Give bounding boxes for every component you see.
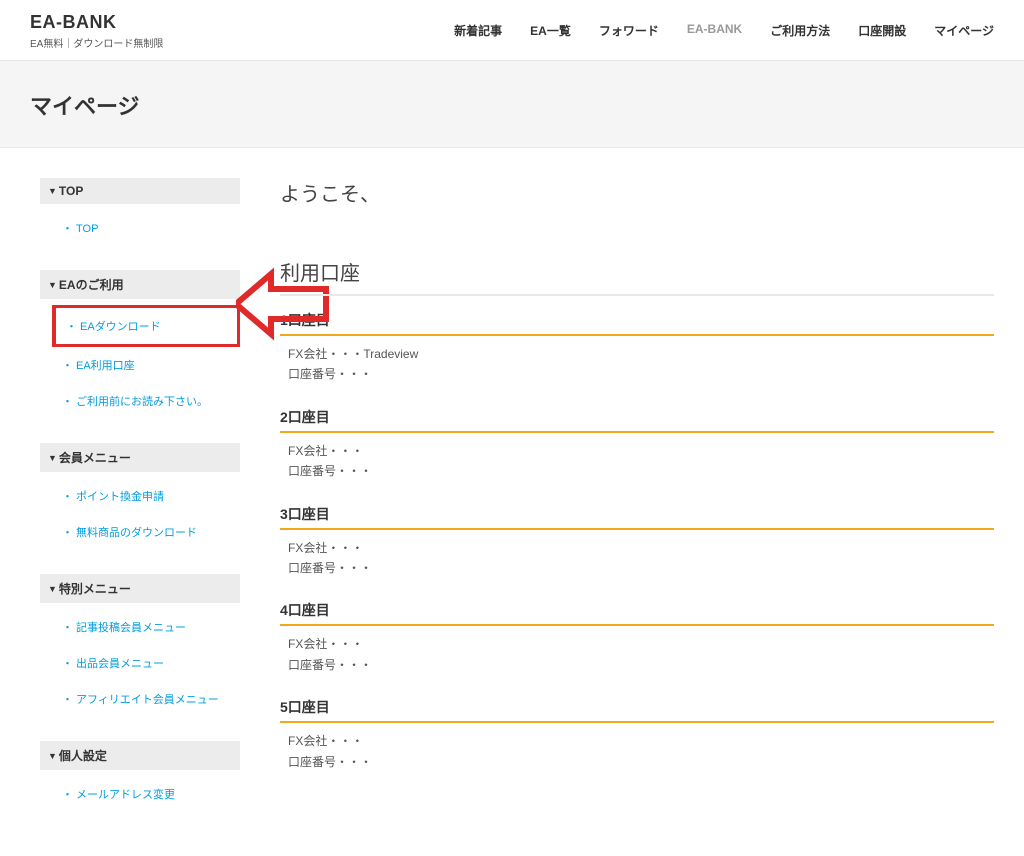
account-company-line: FX会社・・・ (280, 441, 994, 461)
sidebar-section-4: ▼個人設定・メールアドレス変更 (40, 741, 240, 818)
account-block-4: 4口座目 FX会社・・・口座番号・・・ (280, 600, 994, 675)
account-block-1: 1口座目 FX会社・・・Tradeview口座番号・・・ (280, 310, 994, 385)
sidebar-item[interactable]: ・アフィリエイト会員メニュー (52, 681, 240, 717)
nav-link-4[interactable]: ご利用方法 (770, 22, 830, 39)
bullet-icon: ・ (66, 321, 77, 333)
sidebar-item[interactable]: ・記事投稿会員メニュー (52, 609, 240, 645)
sidebar-section-2: ▼会員メニュー・ポイント換金申請・無料商品のダウンロード (40, 443, 240, 556)
sidebar-item-link[interactable]: メールアドレス変更 (76, 789, 175, 801)
logo-subtitle: EA無料｜ダウンロード無制限 (30, 35, 163, 50)
sidebar-section-header[interactable]: ▼個人設定 (40, 741, 240, 770)
page-title-bar: マイページ (0, 61, 1024, 148)
sidebar-item-link[interactable]: 記事投稿会員メニュー (76, 622, 186, 634)
sidebar-item[interactable]: ・EAダウンロード (52, 305, 240, 347)
nav-link-0[interactable]: 新着記事 (454, 22, 502, 39)
sidebar-section-title: 特別メニュー (59, 580, 131, 597)
sidebar-section-1: ▼EAのご利用・EAダウンロード・EA利用口座・ご利用前にお読み下さい。 (40, 270, 240, 425)
sidebar-item[interactable]: ・無料商品のダウンロード (52, 514, 240, 550)
bullet-icon: ・ (62, 694, 73, 706)
sidebar-item-link[interactable]: 出品会員メニュー (76, 658, 164, 670)
sidebar-section-header[interactable]: ▼特別メニュー (40, 574, 240, 603)
account-head: 1口座目 (280, 310, 994, 336)
sidebar-item[interactable]: ・EA利用口座 (52, 347, 240, 383)
nav-link-2[interactable]: フォワード (599, 22, 659, 39)
account-head: 4口座目 (280, 600, 994, 626)
account-number-line: 口座番号・・・ (280, 461, 994, 481)
sidebar-item-link[interactable]: TOP (76, 223, 98, 235)
sidebar-item-link[interactable]: EA利用口座 (76, 360, 135, 372)
sidebar-section-title: EAのご利用 (59, 276, 124, 293)
sidebar: ▼TOP・TOP▼EAのご利用・EAダウンロード・EA利用口座・ご利用前にお読み… (40, 178, 240, 836)
bullet-icon: ・ (62, 789, 73, 801)
welcome-text: ようこそ、 (280, 178, 994, 207)
bullet-icon: ・ (62, 223, 73, 235)
caret-down-icon: ▼ (48, 751, 57, 761)
sidebar-item[interactable]: ・ご利用前にお読み下さい。 (52, 383, 240, 419)
bullet-icon: ・ (62, 658, 73, 670)
bullet-icon: ・ (62, 360, 73, 372)
bullet-icon: ・ (62, 396, 73, 408)
bullet-icon: ・ (62, 491, 73, 503)
section-title-accounts: 利用口座 (280, 257, 994, 296)
caret-down-icon: ▼ (48, 453, 57, 463)
main-content: ようこそ、 利用口座 1口座目FX会社・・・Tradeview口座番号・・・2口… (280, 178, 994, 836)
sidebar-section-header[interactable]: ▼TOP (40, 178, 240, 204)
nav-link-6[interactable]: マイページ (934, 22, 994, 39)
account-head: 2口座目 (280, 407, 994, 433)
sidebar-items: ・TOP (40, 204, 240, 252)
sidebar-item-link[interactable]: EAダウンロード (80, 321, 161, 333)
sidebar-item-link[interactable]: ポイント換金申請 (76, 491, 164, 503)
account-head: 3口座目 (280, 504, 994, 530)
account-head: 5口座目 (280, 697, 994, 723)
sidebar-item-link[interactable]: 無料商品のダウンロード (76, 527, 197, 539)
nav-link-3[interactable]: EA-BANK (687, 22, 742, 39)
main-nav: 新着記事 EA一覧 フォワード EA-BANK ご利用方法 口座開設 マイページ (454, 12, 994, 39)
account-company-line: FX会社・・・ (280, 538, 994, 558)
sidebar-items: ・EAダウンロード・EA利用口座・ご利用前にお読み下さい。 (40, 299, 240, 425)
sidebar-section-title: 会員メニュー (59, 449, 131, 466)
account-number-line: 口座番号・・・ (280, 558, 994, 578)
account-block-5: 5口座目 FX会社・・・口座番号・・・ (280, 697, 994, 772)
account-number-line: 口座番号・・・ (280, 655, 994, 675)
caret-down-icon: ▼ (48, 280, 57, 290)
account-company-line: FX会社・・・ (280, 731, 994, 751)
sidebar-item[interactable]: ・TOP (52, 210, 240, 246)
account-block-3: 3口座目 FX会社・・・口座番号・・・ (280, 504, 994, 579)
sidebar-item[interactable]: ・ポイント換金申請 (52, 478, 240, 514)
nav-link-1[interactable]: EA一覧 (530, 22, 571, 39)
bullet-icon: ・ (62, 622, 73, 634)
sidebar-items: ・ポイント換金申請・無料商品のダウンロード (40, 472, 240, 556)
logo-title: EA-BANK (30, 12, 163, 33)
account-number-line: 口座番号・・・ (280, 364, 994, 384)
bullet-icon: ・ (62, 527, 73, 539)
account-company-line: FX会社・・・ (280, 634, 994, 654)
sidebar-section-title: TOP (59, 184, 83, 198)
sidebar-section-title: 個人設定 (59, 747, 107, 764)
logo-block: EA-BANK EA無料｜ダウンロード無制限 (30, 12, 163, 50)
page-title: マイページ (30, 89, 994, 121)
caret-down-icon: ▼ (48, 186, 57, 196)
sidebar-item-link[interactable]: ご利用前にお読み下さい。 (76, 396, 208, 408)
sidebar-section-header[interactable]: ▼EAのご利用 (40, 270, 240, 299)
sidebar-item[interactable]: ・出品会員メニュー (52, 645, 240, 681)
sidebar-section-3: ▼特別メニュー・記事投稿会員メニュー・出品会員メニュー・アフィリエイト会員メニュ… (40, 574, 240, 723)
sidebar-section-header[interactable]: ▼会員メニュー (40, 443, 240, 472)
sidebar-items: ・記事投稿会員メニュー・出品会員メニュー・アフィリエイト会員メニュー (40, 603, 240, 723)
caret-down-icon: ▼ (48, 584, 57, 594)
sidebar-item[interactable]: ・メールアドレス変更 (52, 776, 240, 812)
header: EA-BANK EA無料｜ダウンロード無制限 新着記事 EA一覧 フォワード EA-B… (0, 0, 1024, 61)
sidebar-items: ・メールアドレス変更 (40, 770, 240, 818)
account-block-2: 2口座目 FX会社・・・口座番号・・・ (280, 407, 994, 482)
sidebar-item-link[interactable]: アフィリエイト会員メニュー (76, 694, 219, 706)
account-company-line: FX会社・・・Tradeview (280, 344, 994, 364)
sidebar-section-0: ▼TOP・TOP (40, 178, 240, 252)
nav-link-5[interactable]: 口座開設 (858, 22, 906, 39)
account-number-line: 口座番号・・・ (280, 752, 994, 772)
